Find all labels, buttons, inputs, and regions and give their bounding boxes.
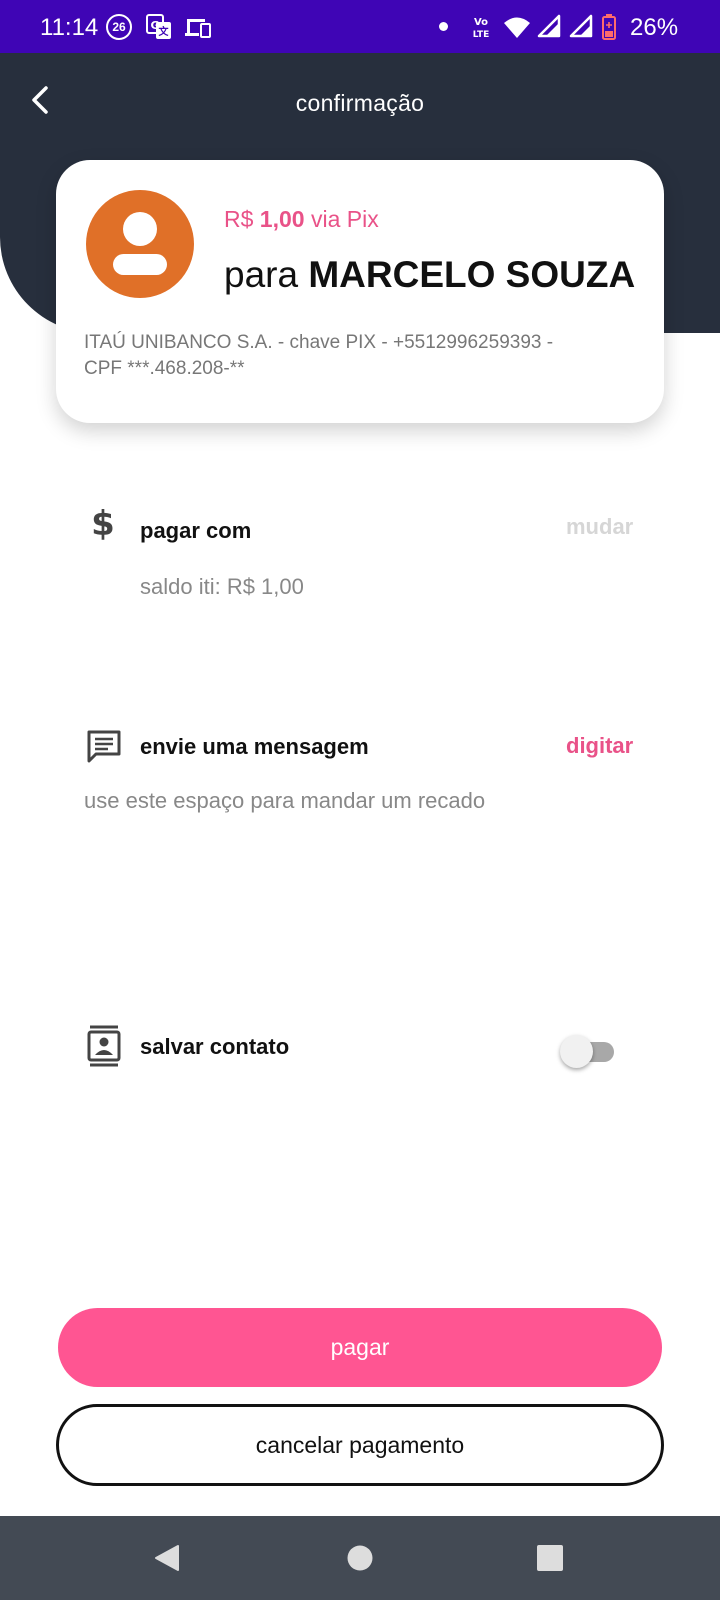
pay-button[interactable]: pagar [58,1308,662,1387]
message-title: envie uma mensagem [140,734,369,759]
notification-26-icon: 26 [106,14,132,40]
change-payment-link[interactable]: mudar [566,514,633,540]
svg-text:$: $ [91,505,115,541]
recents-square-icon[interactable] [530,1538,570,1578]
save-contact-title: salvar contato [140,1034,290,1059]
signal-icon [537,14,561,43]
bank-info: ITAÚ UNIBANCO S.A. - chave PIX - +551299… [84,332,554,379]
payment-source: saldo iti: R$ 1,00 [140,574,304,599]
wifi-icon [503,14,531,45]
contact-card-icon [86,1025,122,1074]
message-placeholder[interactable]: use este espaço para mandar um recado [84,788,485,814]
amount-value: 1,00 [259,206,305,232]
save-contact-toggle[interactable] [560,1031,616,1068]
battery-percent: 26% [630,14,679,41]
recipient-card: R$ 1,00 via Pix para MARCELO SOUZA ITAÚ … [56,160,664,423]
status-bar: 11:14 26 G文 Vo LTE 26% [0,0,720,53]
home-circle-icon[interactable] [340,1538,380,1578]
dot-icon [439,22,448,31]
svg-text:LTE: LTE [473,30,490,40]
pay-with-title: pagar com [140,518,252,543]
volte-icon: Vo LTE [468,14,494,40]
page-title: confirmação [295,90,425,116]
avatar [86,190,194,298]
amount-line: R$ 1,00 via Pix [224,206,379,233]
translate-icon: G文 [146,14,172,45]
devices-icon [184,14,212,45]
cancel-payment-button[interactable]: cancelar pagamento [56,1404,664,1486]
recipient-line: para MARCELO SOUZA [224,254,635,296]
amount-suffix: via Pix [304,206,379,232]
signal-icon [569,14,593,43]
amount-prefix: R$ [224,206,260,232]
recipient-prefix: para [224,254,309,295]
message-icon [86,729,122,770]
back-triangle-icon[interactable] [148,1538,188,1578]
recipient-name: MARCELO SOUZA [308,254,636,295]
type-message-link[interactable]: digitar [566,733,633,759]
battery-icon [602,14,616,45]
svg-text:文: 文 [159,25,170,38]
dollar-icon: $ [88,504,118,546]
svg-text:Vo: Vo [474,17,488,28]
navigation-bar [0,1516,720,1600]
person-icon [113,212,167,275]
status-time: 11:14 [40,14,99,41]
toggle-knob [560,1035,593,1068]
